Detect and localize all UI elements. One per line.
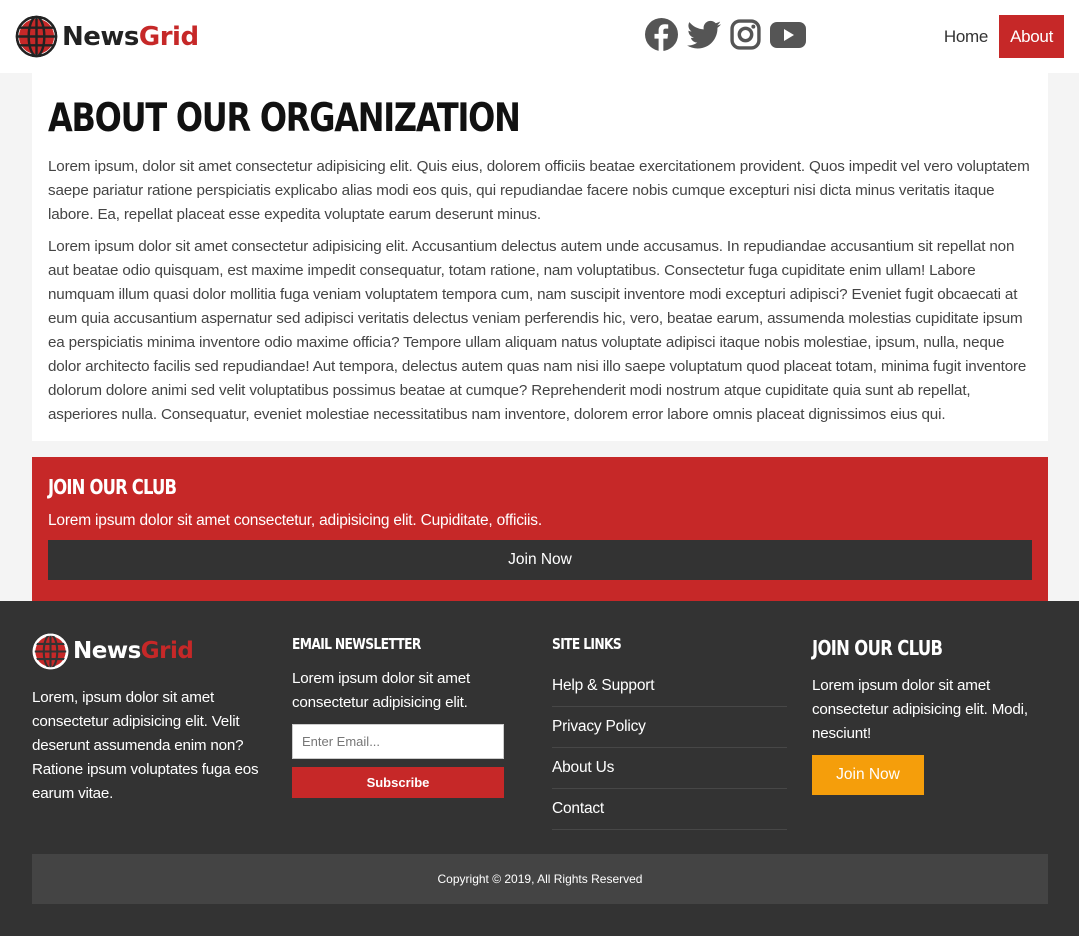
join-club-text: Lorem ipsum dolor sit amet consectetur, …	[48, 512, 542, 529]
globe-icon	[32, 633, 69, 670]
globe-icon	[15, 15, 58, 58]
instagram-icon[interactable]	[730, 19, 761, 50]
footer-site-links-column: SITE LINKS Help & Support Privacy Policy…	[552, 633, 787, 830]
list-item: Privacy Policy	[552, 707, 787, 748]
twitter-icon[interactable]	[687, 20, 721, 50]
nav-about-link[interactable]: About	[999, 15, 1064, 58]
logo[interactable]: NewsGrid	[15, 15, 199, 58]
about-section: ABOUT OUR ORGANIZATION Lorem ipsum, dolo…	[32, 73, 1048, 441]
list-item: Contact	[552, 789, 787, 830]
footer-newsletter-column: EMAIL NEWSLETTER Lorem ipsum dolor sit a…	[292, 633, 504, 798]
join-club-section: JOIN OUR CLUB Lorem ipsum dolor sit amet…	[32, 457, 1048, 601]
nav-links: Home About	[933, 15, 1064, 58]
about-us-link[interactable]: About Us	[552, 759, 614, 777]
privacy-policy-link[interactable]: Privacy Policy	[552, 718, 646, 736]
newsletter-title: EMAIL NEWSLETTER	[292, 635, 421, 653]
site-links-list: Help & Support Privacy Policy About Us C…	[552, 666, 787, 830]
email-input[interactable]	[292, 724, 504, 759]
logo-text: NewsGrid	[62, 24, 199, 50]
about-paragraph-2: Lorem ipsum dolor sit amet consectetur a…	[48, 238, 1027, 423]
footer-logo-news: News	[73, 638, 141, 664]
about-paragraph-1: Lorem ipsum, dolor sit amet consectetur …	[48, 158, 1030, 223]
navbar: NewsGrid Home About	[0, 0, 1079, 73]
footer-club-title: JOIN OUR CLUB	[812, 636, 943, 660]
footer-logo-grid: Grid	[140, 638, 194, 664]
logo-grid: Grid	[138, 21, 199, 52]
list-item: Help & Support	[552, 666, 787, 707]
facebook-icon[interactable]	[645, 18, 678, 51]
join-club-title: JOIN OUR CLUB	[48, 475, 177, 499]
contact-link[interactable]: Contact	[552, 800, 604, 818]
help-support-link[interactable]: Help & Support	[552, 677, 655, 695]
youtube-icon[interactable]	[770, 21, 806, 49]
newsletter-text: Lorem ipsum dolor sit amet consectetur a…	[292, 670, 470, 711]
footer-join-now-button[interactable]: Join Now	[812, 755, 924, 795]
social-links	[645, 18, 806, 51]
footer-about-text: Lorem, ipsum dolor sit amet consectetur …	[32, 689, 259, 802]
footer-club-text: Lorem ipsum dolor sit amet consectetur a…	[812, 677, 1028, 742]
subscribe-button[interactable]: Subscribe	[292, 767, 504, 798]
footer-logo[interactable]: NewsGrid	[32, 633, 267, 670]
list-item: About Us	[552, 748, 787, 789]
copyright-bar: Copyright © 2019, All Rights Reserved	[32, 854, 1048, 904]
footer-logo-text: NewsGrid	[73, 638, 194, 664]
footer-about-column: NewsGrid Lorem, ipsum dolor sit amet con…	[32, 633, 267, 806]
join-now-button[interactable]: Join Now	[48, 540, 1032, 580]
copyright-text: Copyright © 2019, All Rights Reserved	[437, 872, 643, 886]
footer-club-column: JOIN OUR CLUB Lorem ipsum dolor sit amet…	[812, 633, 1047, 795]
nav-home-link[interactable]: Home	[933, 15, 999, 58]
site-links-title: SITE LINKS	[552, 635, 622, 653]
page-title: ABOUT OUR ORGANIZATION	[48, 96, 521, 141]
logo-news: News	[62, 21, 139, 52]
footer: NewsGrid Lorem, ipsum dolor sit amet con…	[0, 601, 1079, 936]
